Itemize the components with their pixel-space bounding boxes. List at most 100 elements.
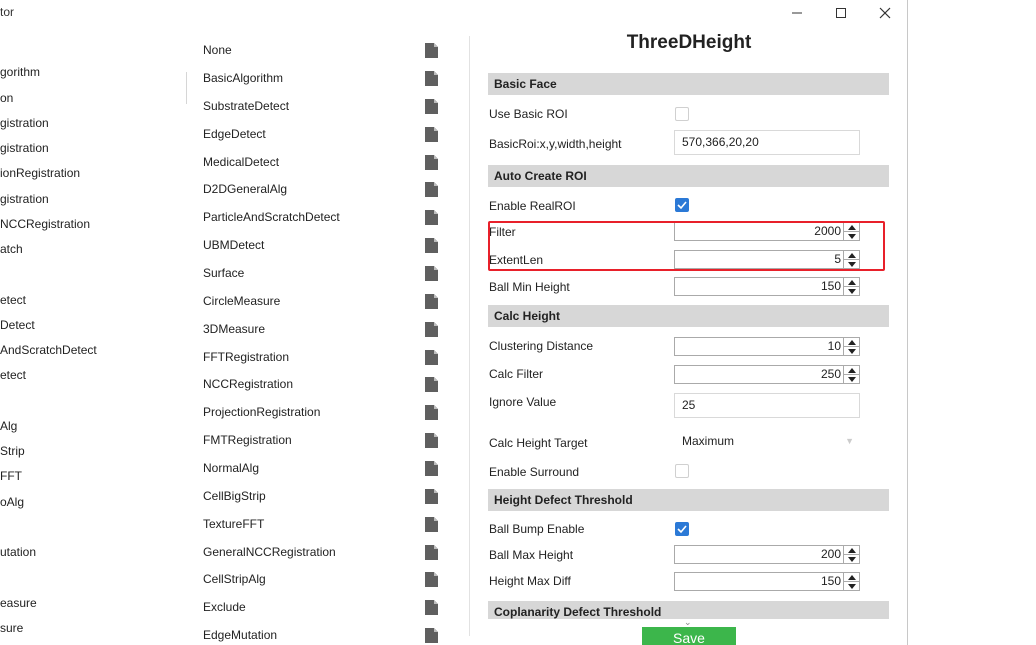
triangle-up-icon xyxy=(847,574,856,580)
list-item-label: SubstrateDetect xyxy=(203,99,290,113)
tree-item[interactable]: utation xyxy=(0,545,36,559)
tree-item[interactable]: NCCRegistration xyxy=(0,217,90,231)
ball-min-height-stepper[interactable]: 150 xyxy=(674,277,860,296)
spin-up-button[interactable] xyxy=(844,278,859,287)
list-item[interactable]: EdgeDetect xyxy=(190,120,458,148)
list-item-label: UBMDetect xyxy=(203,238,265,252)
list-item[interactable]: Exclude xyxy=(190,593,458,621)
clustering-distance-stepper[interactable]: 10 xyxy=(674,337,860,356)
ball-min-height-value: 150 xyxy=(820,279,841,293)
ball-bump-enable-checkbox[interactable] xyxy=(675,522,689,536)
document-icon xyxy=(425,181,438,197)
tree-item[interactable]: easure xyxy=(0,596,37,610)
list-item-label: FMTRegistration xyxy=(203,433,292,447)
list-item[interactable]: FMTRegistration xyxy=(190,426,458,454)
minimize-button[interactable] xyxy=(775,0,819,26)
close-button[interactable] xyxy=(863,0,907,26)
document-icon xyxy=(425,599,438,615)
list-item[interactable]: NCCRegistration xyxy=(190,370,458,398)
tree-item[interactable]: sure xyxy=(0,621,23,635)
list-item[interactable]: 3DMeasure xyxy=(190,315,458,343)
list-item[interactable]: CellStripAlg xyxy=(190,565,458,593)
tree-item[interactable]: oAlg xyxy=(0,495,24,509)
list-item[interactable]: GeneralNCCRegistration xyxy=(190,538,458,566)
list-item-label: CellBigStrip xyxy=(203,489,266,503)
tree-item[interactable]: gistration xyxy=(0,192,49,206)
list-item[interactable]: NormalAlg xyxy=(190,454,458,482)
document-icon xyxy=(425,265,438,281)
tree-item[interactable]: ionRegistration xyxy=(0,166,80,180)
list-item[interactable]: BasicAlgorithm xyxy=(190,64,458,92)
highlight-box xyxy=(488,221,885,271)
calc-filter-stepper[interactable]: 250 xyxy=(674,365,860,384)
list-item[interactable]: CellBigStrip xyxy=(190,482,458,510)
enable-surround-checkbox[interactable] xyxy=(675,464,689,478)
list-item[interactable]: D2DGeneralAlg xyxy=(190,175,458,203)
spin-down-button[interactable] xyxy=(844,555,859,563)
list-item[interactable]: EdgeMutation xyxy=(190,621,458,645)
tree-item[interactable]: gistration xyxy=(0,141,49,155)
list-item[interactable]: ProjectionRegistration xyxy=(190,398,458,426)
enable-realroi-checkbox[interactable] xyxy=(675,198,689,212)
ball-max-height-stepper[interactable]: 200 xyxy=(674,545,860,564)
list-item[interactable]: TextureFFT xyxy=(190,510,458,538)
tree-item[interactable]: etect xyxy=(0,368,26,382)
list-item-label: MedicalDetect xyxy=(203,155,280,169)
tree-item[interactable]: on xyxy=(0,91,13,105)
list-item[interactable]: FFTRegistration xyxy=(190,343,458,371)
maximize-icon xyxy=(836,8,846,18)
tree-item[interactable]: Detect xyxy=(0,318,35,332)
document-icon xyxy=(425,98,438,114)
tree-item[interactable]: gistration xyxy=(0,116,49,130)
document-icon xyxy=(425,516,438,532)
chevron-down-icon: ▼ xyxy=(845,436,854,446)
list-separator xyxy=(469,36,470,636)
document-icon xyxy=(425,237,438,253)
tree-item[interactable]: FFT xyxy=(0,469,22,483)
basic-roi-input[interactable]: 570,366,20,20 xyxy=(674,130,860,155)
list-item[interactable]: Surface xyxy=(190,259,458,287)
list-item-label: FFTRegistration xyxy=(203,350,290,364)
document-icon xyxy=(425,349,438,365)
spin-up-button[interactable] xyxy=(844,338,859,347)
ball-bump-enable-label: Ball Bump Enable xyxy=(489,522,585,536)
ball-max-height-value: 200 xyxy=(820,547,841,561)
spin-down-button[interactable] xyxy=(844,287,859,295)
enable-realroi-label: Enable RealROI xyxy=(489,199,576,213)
list-item[interactable]: ParticleAndScratchDetect xyxy=(190,203,458,231)
use-basic-roi-checkbox[interactable] xyxy=(675,107,689,121)
height-max-diff-stepper[interactable]: 150 xyxy=(674,572,860,591)
tree-item[interactable]: Strip xyxy=(0,444,25,458)
calc-filter-label: Calc Filter xyxy=(489,367,544,381)
triangle-down-icon xyxy=(847,288,856,294)
calc-height-target-select[interactable]: Maximum ▼ xyxy=(674,429,860,453)
tree-item[interactable]: etect xyxy=(0,293,26,307)
list-item[interactable]: CircleMeasure xyxy=(190,287,458,315)
list-item[interactable]: SubstrateDetect xyxy=(190,92,458,120)
document-icon xyxy=(425,571,438,587)
spin-up-button[interactable] xyxy=(844,573,859,582)
tree-item[interactable]: atch xyxy=(0,242,23,256)
list-item-label: ProjectionRegistration xyxy=(203,405,321,419)
list-item[interactable]: UBMDetect xyxy=(190,231,458,259)
list-item[interactable]: MedicalDetect xyxy=(190,148,458,176)
spin-up-button[interactable] xyxy=(844,546,859,555)
tree-item[interactable]: Alg xyxy=(0,419,17,433)
section-auto-create-roi: Auto Create ROI xyxy=(488,165,889,187)
maximize-button[interactable] xyxy=(819,0,863,26)
spin-up-button[interactable] xyxy=(844,366,859,375)
document-icon xyxy=(425,154,438,170)
triangle-down-icon xyxy=(847,348,856,354)
list-item[interactable]: None xyxy=(190,36,458,64)
tree-item[interactable]: gorithm xyxy=(0,65,40,79)
spin-down-button[interactable] xyxy=(844,347,859,355)
document-icon xyxy=(425,209,438,225)
calc-filter-spin-buttons xyxy=(843,366,859,383)
spin-down-button[interactable] xyxy=(844,582,859,590)
list-item-label: Exclude xyxy=(203,600,246,614)
ignore-value-input[interactable]: 25 xyxy=(674,393,860,418)
save-button[interactable]: Save xyxy=(642,627,736,645)
tree-item[interactable]: AndScratchDetect xyxy=(0,343,97,357)
spin-down-button[interactable] xyxy=(844,375,859,383)
list-item-label: Surface xyxy=(203,266,245,280)
